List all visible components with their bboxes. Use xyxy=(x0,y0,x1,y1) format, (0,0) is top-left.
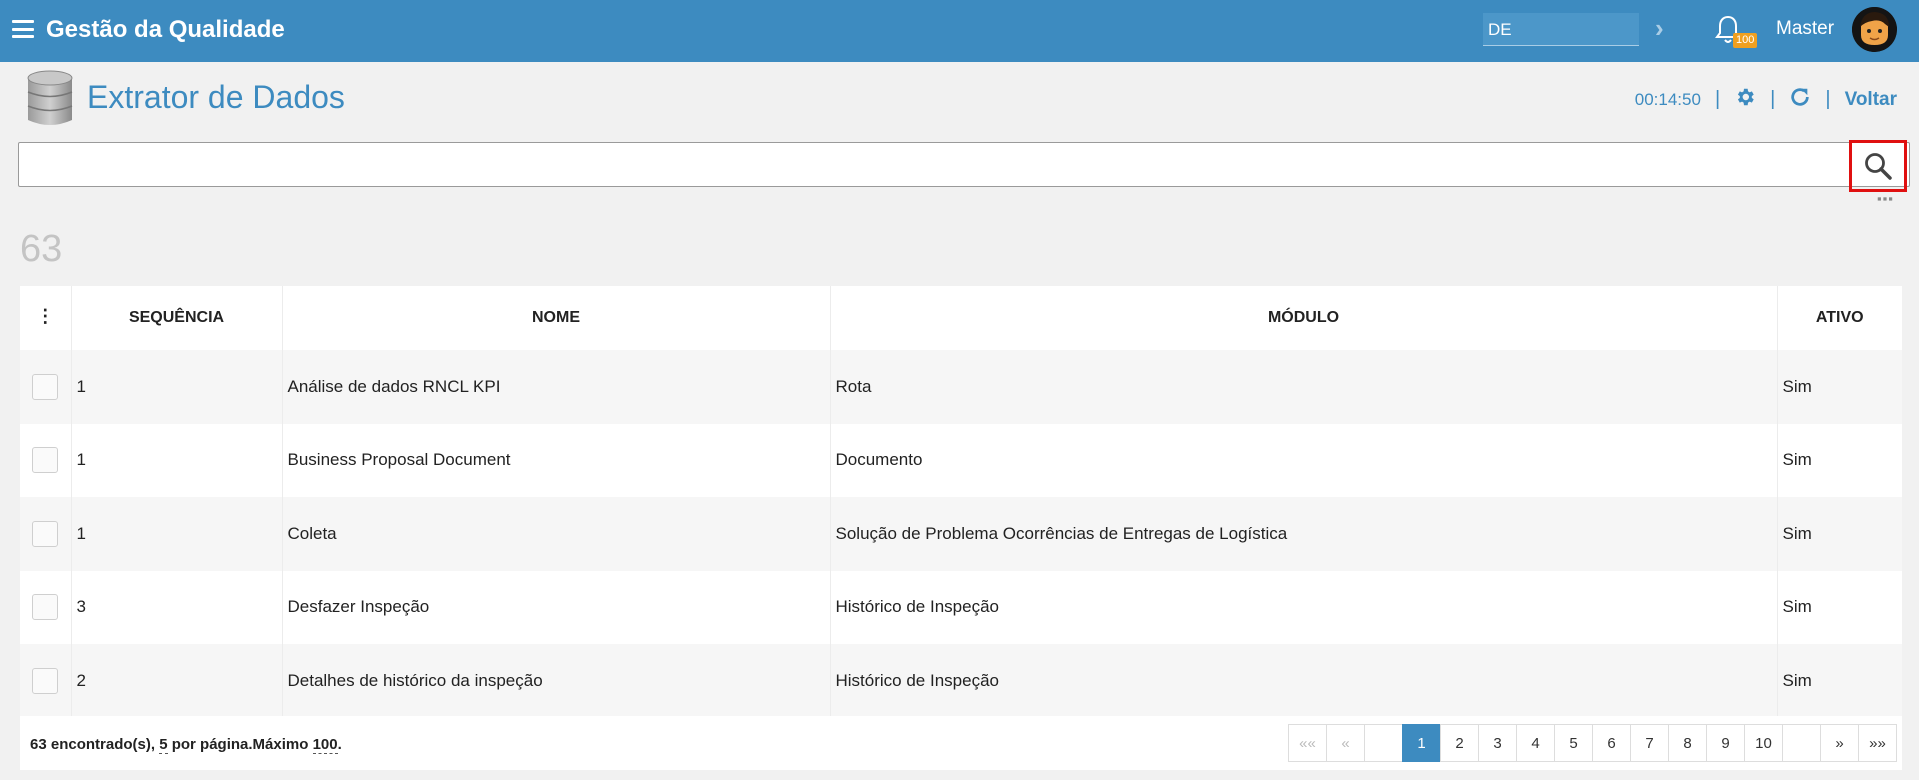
table-row[interactable]: 3 Desfazer Inspeção Histórico de Inspeçã… xyxy=(20,570,1902,644)
row-checkbox[interactable] xyxy=(32,594,58,621)
cell-active: Sim xyxy=(1777,423,1902,497)
search-icon xyxy=(1865,153,1892,180)
next-page-button[interactable]: » xyxy=(1820,724,1859,762)
divider: | xyxy=(1825,88,1831,110)
column-header-sequence[interactable]: SEQUÊNCIA xyxy=(71,286,283,350)
cell-sequence: 1 xyxy=(71,497,283,571)
cell-sequence: 1 xyxy=(71,423,283,497)
database-icon xyxy=(25,70,75,128)
pagination-spacer xyxy=(1364,724,1403,762)
top-bar: Gestão da Qualidade DE › 100 Master xyxy=(0,0,1919,62)
first-page-button[interactable]: «« xyxy=(1288,724,1327,762)
cell-sequence: 3 xyxy=(71,570,283,644)
page-button-5[interactable]: 5 xyxy=(1554,724,1593,762)
user-name[interactable]: Master xyxy=(1776,18,1834,40)
user-avatar[interactable] xyxy=(1852,7,1897,52)
data-table: ⋮ SEQUÊNCIA NOME MÓDULO ATIVO 1 Análise … xyxy=(20,286,1902,718)
cell-active: Sim xyxy=(1777,350,1902,424)
table-row[interactable]: 1 Business Proposal Document Documento S… xyxy=(20,423,1902,497)
cell-module: Rota xyxy=(830,350,1778,424)
page-button-1[interactable]: 1 xyxy=(1402,724,1441,762)
cell-name: Detalhes de histórico da inspeção xyxy=(282,644,831,718)
page-button-10[interactable]: 10 xyxy=(1744,724,1783,762)
page-button-2[interactable]: 2 xyxy=(1440,724,1479,762)
table-header-row: ⋮ SEQUÊNCIA NOME MÓDULO ATIVO xyxy=(20,286,1902,350)
result-count: 63 xyxy=(20,228,63,270)
column-options[interactable]: ⋮ xyxy=(20,286,72,350)
session-timer: 00:14:50 xyxy=(1634,89,1701,109)
cell-module: Solução de Problema Ocorrências de Entre… xyxy=(830,497,1778,571)
chevron-right-icon[interactable]: › xyxy=(1655,13,1664,43)
row-checkbox[interactable] xyxy=(32,520,58,547)
last-page-button[interactable]: »» xyxy=(1858,724,1897,762)
divider: | xyxy=(1714,88,1721,110)
refresh-icon[interactable] xyxy=(1789,86,1811,113)
previous-page-button[interactable]: « xyxy=(1326,724,1365,762)
cell-sequence: 1 xyxy=(71,350,283,424)
cell-module: Histórico de Inspeção xyxy=(830,570,1778,644)
row-checkbox[interactable] xyxy=(32,447,58,474)
app-title: Gestão da Qualidade xyxy=(46,16,285,43)
cell-sequence: 2 xyxy=(71,644,283,718)
page-button-7[interactable]: 7 xyxy=(1630,724,1669,762)
period: . xyxy=(337,736,342,753)
table-row[interactable]: 1 Coleta Solução de Problema Ocorrências… xyxy=(20,497,1902,571)
cell-active: Sim xyxy=(1777,497,1902,571)
search-button[interactable] xyxy=(1849,140,1907,192)
found-count: 63 encontrado(s), xyxy=(30,736,156,753)
row-checkbox[interactable] xyxy=(32,667,58,694)
gear-icon[interactable] xyxy=(1734,86,1756,113)
table-row[interactable]: 2 Detalhes de histórico da inspeção Hist… xyxy=(20,644,1902,718)
page-button-9[interactable]: 9 xyxy=(1706,724,1745,762)
column-header-active[interactable]: ATIVO xyxy=(1777,286,1902,350)
records-summary: 63 encontrado(s), 5 por página.Máximo 10… xyxy=(30,736,342,754)
pagination: «« « 1 2 3 4 5 6 7 8 9 10 » »» xyxy=(1288,724,1897,762)
page-button-3[interactable]: 3 xyxy=(1478,724,1517,762)
more-options-icon[interactable]: ▪▪▪ xyxy=(1877,192,1894,205)
cell-name: Business Proposal Document xyxy=(282,423,831,497)
search-input[interactable] xyxy=(18,142,1910,187)
pagination-spacer xyxy=(1782,724,1821,762)
column-header-name[interactable]: NOME xyxy=(282,286,831,350)
cell-name: Análise de dados RNCL KPI xyxy=(282,350,831,424)
cell-active: Sim xyxy=(1777,570,1902,644)
per-page-text: por página.Máximo xyxy=(171,736,309,753)
cell-name: Coleta xyxy=(282,497,831,571)
column-header-module[interactable]: MÓDULO xyxy=(830,286,1778,350)
per-page-selector[interactable]: 5 xyxy=(159,736,168,754)
cell-module: Histórico de Inspeção xyxy=(830,644,1778,718)
page-button-8[interactable]: 8 xyxy=(1668,724,1707,762)
cell-module: Documento xyxy=(830,423,1778,497)
back-link[interactable]: Voltar xyxy=(1845,89,1897,111)
kebab-menu-icon[interactable]: ⋮ xyxy=(36,307,54,325)
cell-name: Desfazer Inspeção xyxy=(282,570,831,644)
table-footer: 63 encontrado(s), 5 por página.Máximo 10… xyxy=(20,716,1902,770)
max-selector[interactable]: 100 xyxy=(312,736,338,754)
table-row[interactable]: 1 Análise de dados RNCL KPI Rota Sim xyxy=(20,350,1902,424)
header-actions: 00:14:50 | | | Voltar xyxy=(1635,86,1897,113)
hamburger-menu-icon[interactable] xyxy=(12,20,34,38)
notification-badge: 100 xyxy=(1733,33,1758,48)
cell-active: Sim xyxy=(1777,644,1902,718)
page-title: Extrator de Dados xyxy=(87,79,345,115)
page-button-4[interactable]: 4 xyxy=(1516,724,1555,762)
language-selector[interactable]: DE xyxy=(1483,13,1639,46)
page-button-6[interactable]: 6 xyxy=(1592,724,1631,762)
divider: | xyxy=(1770,88,1776,110)
row-checkbox[interactable] xyxy=(32,373,58,400)
